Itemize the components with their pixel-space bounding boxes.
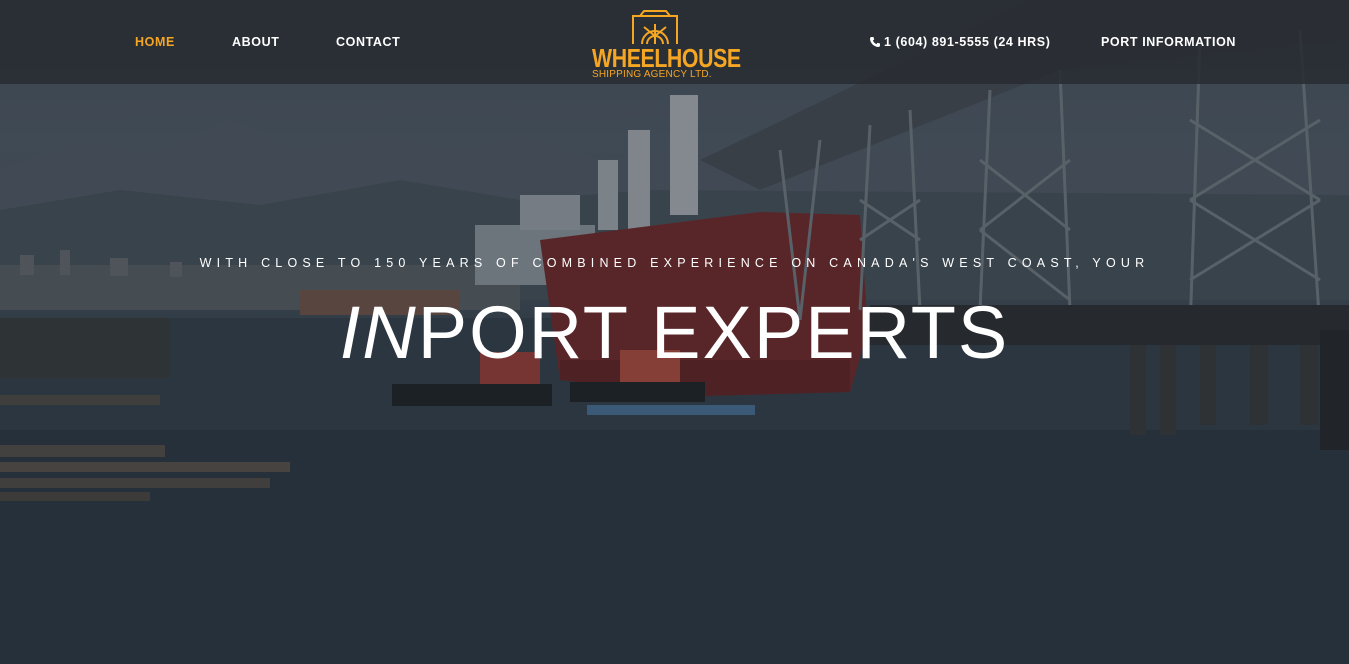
nav-contact-link[interactable]: CONTACT [336,35,400,49]
ship-wheel-icon [632,10,678,45]
phone-icon [870,37,880,47]
headline-accent-bar [587,405,755,415]
phone-number-link[interactable]: 1 (604) 891-5555 (24 HRS) [884,35,1050,49]
logo-subtitle: SHIPPING AGENCY LTD. [592,69,712,80]
headline-port-experts: PORT EXPERTS [417,291,1010,374]
nav-home-link[interactable]: HOME [135,35,175,49]
wheelhouse-logo[interactable]: WHEELHOUSE SHIPPING AGENCY LTD. [590,8,741,84]
hero-section: WITH CLOSE TO 150 YEARS OF COMBINED EXPE… [0,0,1349,664]
hero-headline: INPORT EXPERTS [0,288,1349,378]
nav-about-link[interactable]: ABOUT [232,35,279,49]
headline-in-italic: IN [339,291,418,374]
top-navbar: HOME ABOUT CONTACT WHEELHOUSE SHIPPING A… [0,0,1349,84]
nav-port-information-link[interactable]: PORT INFORMATION [1101,35,1236,49]
hero-tagline: WITH CLOSE TO 150 YEARS OF COMBINED EXPE… [199,256,1150,270]
